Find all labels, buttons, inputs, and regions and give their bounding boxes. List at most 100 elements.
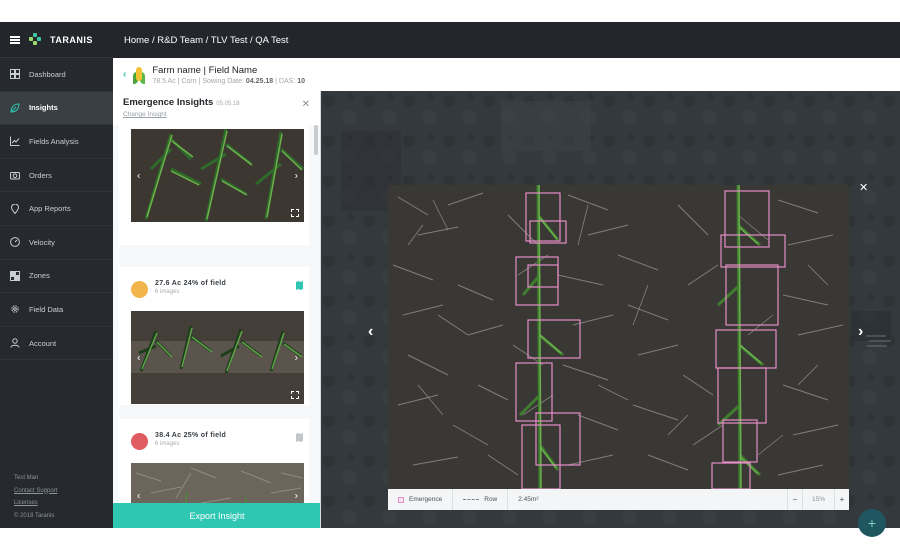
app-frame: TARANIS Dashboard Insights Fields Analys… — [0, 22, 900, 537]
emergence-box-icon — [398, 496, 404, 503]
sidebar-item-dashboard[interactable]: Dashboard — [0, 58, 113, 92]
panel-title-text: Emergence Insights — [123, 97, 214, 108]
field-info: Farm name | Field Name 78.5 Ac | Corn | … — [152, 65, 305, 85]
sidebar-item-label: Field Data — [29, 304, 64, 314]
breadcrumb-text[interactable]: Home / R&D Team / TLV Test / QA Test — [124, 35, 288, 46]
licenses-link[interactable]: Licenses — [14, 497, 57, 510]
next-photo-icon[interactable]: › — [295, 491, 298, 502]
sidebar-footer: Test Man Contact Support Licenses © 2018… — [14, 472, 57, 522]
card-header: 27.6 Ac 24% of field 6 images — [119, 267, 309, 311]
zoom-in-button[interactable]: + — [834, 489, 849, 510]
plus-icon: + — [867, 515, 877, 531]
next-image-arrow-icon[interactable]: › — [858, 323, 863, 341]
sidebar-item-label: Account — [29, 338, 57, 348]
sidebar-item-insights[interactable]: Insights — [0, 91, 113, 126]
card-stat: 27.6 Ac 24% of field — [155, 280, 227, 287]
field-subtitle: 78.5 Ac | Corn | Sowing Date: 04.25.18 |… — [152, 77, 305, 85]
zones-icon — [10, 270, 20, 281]
sidebar-item-velocity[interactable]: Velocity — [0, 226, 113, 260]
sidebar-item-label: Insights — [29, 103, 58, 113]
map-icon[interactable] — [296, 433, 303, 442]
zoom-level: 15% — [802, 489, 834, 510]
menu-icon[interactable] — [10, 35, 20, 44]
legend-row[interactable]: Row — [453, 489, 509, 510]
sidebar-item-label: Velocity — [29, 237, 55, 247]
taranis-logo-icon — [29, 33, 41, 46]
panel-title: Emergence Insights 05.05.18 — [123, 97, 310, 108]
next-photo-icon[interactable]: › — [295, 170, 298, 181]
card-image-count: 6 images — [155, 289, 180, 295]
panel-header: Emergence Insights 05.05.18 Change Insigh… — [113, 91, 320, 125]
copyright: © 2018 Taranis — [14, 512, 55, 519]
area-value: 2.45m² — [518, 496, 539, 503]
gauge-icon — [10, 237, 20, 248]
export-insight-button[interactable]: Export Insight — [113, 503, 320, 528]
card-stat: 38.4 Ac 25% of field — [155, 432, 227, 439]
image-viewer[interactable] — [388, 185, 849, 489]
zoom-controls: − 15% + — [787, 489, 849, 510]
legend-emergence-label: Emergence — [409, 496, 443, 503]
dashboard-icon — [10, 69, 20, 80]
previous-photo-icon[interactable]: ‹ — [137, 170, 140, 181]
sidebar-item-label: Orders — [29, 170, 52, 180]
previous-image-arrow-icon[interactable]: ‹ — [368, 323, 373, 341]
field-photo[interactable]: ‹ › — [131, 129, 304, 222]
sidebar-item-label: App Reports — [29, 204, 71, 214]
next-photo-icon[interactable]: › — [295, 352, 298, 363]
row-line-icon — [463, 499, 480, 500]
legend-row-label: Row — [484, 496, 498, 503]
user-name: Test Man — [14, 475, 39, 481]
close-viewer-icon[interactable]: ✕ — [859, 181, 868, 194]
sidebar-item-account[interactable]: Account — [0, 327, 113, 361]
field-crop: Corn — [181, 77, 197, 85]
pin-icon — [10, 203, 20, 214]
user-icon — [10, 338, 20, 348]
field-title: Farm name | Field Name — [152, 64, 258, 76]
sidebar-item-orders[interactable]: Orders — [0, 159, 113, 193]
back-arrow-icon[interactable]: ‹ — [123, 69, 126, 80]
add-button[interactable]: + — [858, 509, 886, 537]
sowing-label: Sowing Date: — [202, 77, 244, 85]
das-label: DAS: — [278, 77, 296, 85]
sidebar-item-field-data[interactable]: Field Data — [0, 293, 113, 327]
sidebar-item-label: Zones — [29, 271, 50, 281]
card-image-count: 6 images — [155, 441, 180, 447]
legend-emergence[interactable]: Emergence — [388, 489, 454, 510]
das-value: 10 — [297, 77, 305, 85]
panel-date: 05.05.18 — [216, 101, 240, 107]
field-photo[interactable]: ‹ › — [131, 311, 304, 404]
area-readout: 2.45m² — [508, 489, 548, 510]
change-insight-link[interactable]: Change Insight — [123, 111, 310, 118]
severity-dot — [131, 433, 148, 450]
zoom-out-button[interactable]: − — [787, 489, 802, 510]
insights-panel: Emergence Insights 05.05.18 Change Insigh… — [113, 91, 321, 528]
sidebar-item-app-reports[interactable]: App Reports — [0, 192, 113, 226]
previous-photo-icon[interactable]: ‹ — [137, 352, 140, 363]
contact-support-link[interactable]: Contact Support — [14, 485, 57, 498]
previous-photo-icon[interactable]: ‹ — [137, 491, 140, 502]
camera-icon — [10, 170, 20, 180]
brand-bar: TARANIS — [0, 22, 113, 58]
breadcrumb: Home / R&D Team / TLV Test / QA Test — [113, 22, 900, 58]
gear-icon — [10, 304, 20, 314]
map-icon[interactable] — [296, 281, 303, 290]
field-header: ‹ Farm name | Field Name 78.5 Ac | Corn … — [113, 58, 900, 91]
insight-card[interactable]: 27.6 Ac 24% of field 6 images ‹ › — [119, 267, 309, 405]
sidebar: TARANIS Dashboard Insights Fields Analys… — [0, 22, 113, 528]
sowing-date: 04.25.18 — [245, 77, 274, 85]
insight-card[interactable]: ‹ › — [119, 125, 309, 245]
expand-icon[interactable] — [291, 391, 299, 399]
close-icon[interactable]: ✕ — [302, 99, 310, 110]
field-acres: 78.5 Ac — [152, 77, 176, 85]
chart-icon — [10, 136, 20, 147]
sidebar-item-zones[interactable]: Zones — [0, 260, 113, 294]
viewer-toolbar: Emergence Row 2.45m² − 15% + — [388, 489, 849, 510]
sidebar-item-fields-analysis[interactable]: Fields Analysis — [0, 125, 113, 159]
corn-icon — [133, 65, 146, 85]
brand-name: TARANIS — [50, 34, 93, 45]
leaf-icon — [10, 103, 20, 113]
expand-icon[interactable] — [291, 209, 299, 217]
panel-scrollbar[interactable] — [314, 125, 318, 155]
severity-dot — [131, 281, 148, 298]
card-header: 38.4 Ac 25% of field 6 images — [119, 419, 309, 463]
